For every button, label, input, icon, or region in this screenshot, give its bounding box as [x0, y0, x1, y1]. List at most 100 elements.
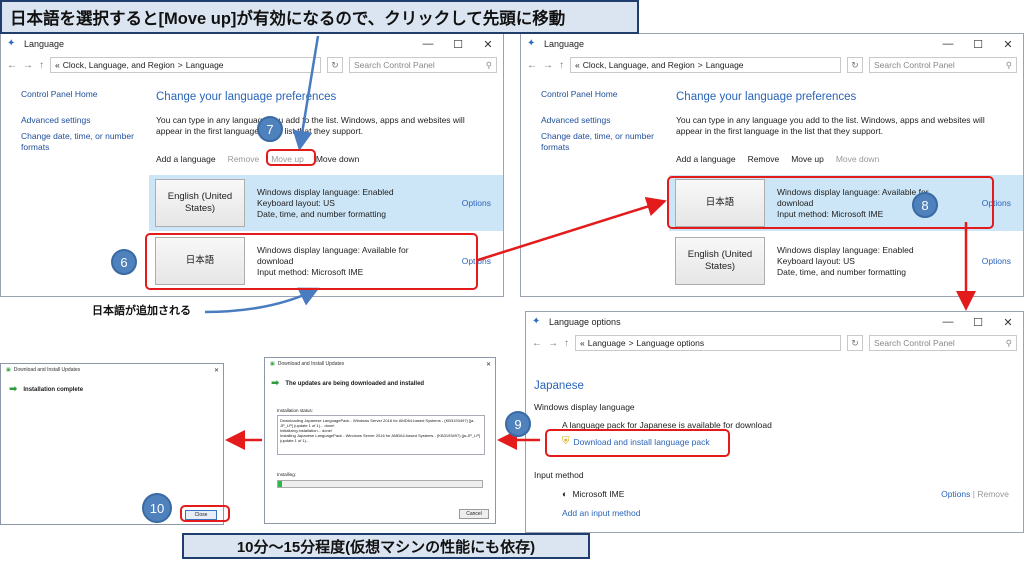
- language-name-button[interactable]: English (United States): [155, 179, 245, 227]
- dialog-title: Download and Install Updates: [277, 361, 345, 367]
- remove-button[interactable]: Remove: [228, 154, 260, 164]
- dialog-header: ➡ Installation complete: [9, 384, 83, 395]
- close-button[interactable]: ✕: [993, 38, 1023, 51]
- complete-dialog: ▣ Download and Install Updates ✕ ➡ Insta…: [0, 363, 224, 525]
- info-line: Windows display language: Enabled: [257, 186, 394, 197]
- dialog-title: Download and Install Updates: [13, 367, 81, 373]
- info-line: Date, time, and number formatting: [777, 266, 906, 277]
- maximize-button[interactable]: ☐: [443, 38, 473, 51]
- search-input[interactable]: Search Control Panel ⚲: [869, 335, 1017, 351]
- language-icon: ✦: [7, 38, 16, 49]
- dialog-header: ➡ The updates are being downloaded and i…: [271, 378, 424, 389]
- up-icon[interactable]: ↑: [564, 338, 569, 349]
- language-row-english[interactable]: English (United States) Windows display …: [669, 233, 1023, 289]
- advanced-settings-link[interactable]: Advanced settings: [541, 115, 610, 126]
- refresh-icon[interactable]: ↻: [847, 57, 863, 73]
- move-down-button[interactable]: Move down: [836, 154, 879, 164]
- update-icon: ▣: [270, 361, 275, 367]
- address-seg-3[interactable]: Language options: [637, 338, 705, 348]
- add-input-method-link[interactable]: Add an input method: [562, 508, 640, 518]
- language-name-button[interactable]: English (United States): [675, 237, 765, 285]
- dialog-header-text: The updates are being downloaded and ins…: [285, 380, 425, 387]
- options-link[interactable]: Options: [982, 256, 1011, 266]
- forward-icon[interactable]: →: [548, 338, 558, 349]
- advanced-settings-link[interactable]: Advanced settings: [21, 115, 90, 126]
- back-icon[interactable]: ←: [7, 60, 17, 71]
- highlight-move-up: [266, 149, 316, 166]
- close-button[interactable]: ✕: [473, 38, 503, 51]
- language-row-english[interactable]: English (United States) Windows display …: [149, 175, 503, 231]
- language-toolbar: Add a language Remove Move up Move down: [676, 154, 879, 164]
- address-bar[interactable]: « Language > Language options: [575, 335, 841, 351]
- ime-actions: Options | Remove: [941, 489, 1009, 499]
- progress-dialog: ▣ Download and Install Updates ✕ ➡ The u…: [264, 357, 496, 524]
- search-placeholder: Search Control Panel: [874, 60, 955, 70]
- page-heading: Change your language preferences: [676, 91, 857, 103]
- move-up-button[interactable]: Move up: [791, 154, 824, 164]
- bottom-caption: 10分～15分程度(仮想マシンの性能にも依存): [182, 533, 590, 559]
- ime-remove-link[interactable]: Remove: [977, 489, 1009, 499]
- close-icon[interactable]: ✕: [486, 361, 491, 368]
- options-link[interactable]: Options: [462, 198, 491, 208]
- step-badge-8: 8: [912, 192, 938, 218]
- back-icon[interactable]: ←: [532, 338, 542, 349]
- address-seg-1[interactable]: Clock, Language, and Region: [583, 60, 695, 70]
- top-caption: 日本語を選択すると[Move up]が有効になるので、クリックして先頭に移動: [0, 0, 639, 34]
- language-window-right: ✦ Language — ☐ ✕ ← → ↑ « Clock, Language…: [520, 33, 1024, 297]
- forward-icon[interactable]: →: [543, 60, 553, 71]
- address-bar[interactable]: « Clock, Language, and Region > Language: [570, 57, 841, 73]
- info-line: Keyboard layout: US: [257, 197, 335, 208]
- dialog-title-bar: ▣ Download and Install Updates ✕: [1, 364, 223, 376]
- minimize-button[interactable]: —: [933, 316, 963, 329]
- up-icon[interactable]: ↑: [39, 60, 44, 71]
- change-date-link[interactable]: Change date, time, or number formats: [21, 131, 146, 153]
- forward-icon[interactable]: →: [23, 60, 33, 71]
- close-button[interactable]: ✕: [993, 316, 1023, 329]
- move-down-button[interactable]: Move down: [316, 154, 359, 164]
- address-seg-1[interactable]: Clock, Language, and Region: [63, 60, 175, 70]
- maximize-button[interactable]: ☐: [963, 38, 993, 51]
- language-icon: ✦: [527, 38, 536, 49]
- ime-options-link[interactable]: Options: [941, 489, 970, 499]
- change-date-link[interactable]: Change date, time, or number formats: [541, 131, 666, 153]
- address-seg-3[interactable]: Language: [706, 60, 744, 70]
- address-seg-2: >: [697, 60, 703, 70]
- title-bar: ✦ Language — ☐ ✕: [1, 34, 503, 54]
- search-input[interactable]: Search Control Panel ⚲: [869, 57, 1017, 73]
- maximize-button[interactable]: ☐: [963, 316, 993, 329]
- address-seg-2: >: [177, 60, 183, 70]
- dialog-header-text: Installation complete: [23, 386, 84, 393]
- address-bar[interactable]: « Clock, Language, and Region > Language: [50, 57, 321, 73]
- status-log: Downloading Japanese LanguagePack - Wind…: [277, 415, 485, 455]
- installing-label: Installing:: [277, 472, 297, 477]
- control-panel-home-link[interactable]: Control Panel Home: [21, 89, 98, 100]
- address-row: ← → ↑ « Clock, Language, and Region > La…: [1, 54, 503, 76]
- minimize-button[interactable]: —: [413, 38, 443, 51]
- highlight-close-button: [180, 505, 230, 522]
- add-language-button[interactable]: Add a language: [676, 154, 736, 164]
- title-bar: ✦ Language options — ☐ ✕: [526, 312, 1023, 332]
- step-badge-6: 6: [111, 249, 137, 275]
- info-line: Date, time, and number formatting: [257, 208, 386, 219]
- info-line: Windows display language: Enabled: [777, 244, 914, 255]
- control-panel-home-link[interactable]: Control Panel Home: [541, 89, 618, 100]
- minimize-button[interactable]: —: [933, 38, 963, 51]
- remove-button[interactable]: Remove: [748, 154, 780, 164]
- back-icon[interactable]: ←: [527, 60, 537, 71]
- refresh-icon[interactable]: ↻: [327, 57, 343, 73]
- address-seg-3[interactable]: Language: [186, 60, 224, 70]
- download-arrow-icon: ➡: [271, 378, 280, 389]
- language-info: Windows display language: Enabled Keyboa…: [257, 187, 425, 220]
- up-icon[interactable]: ↑: [559, 60, 564, 71]
- refresh-icon[interactable]: ↻: [847, 335, 863, 351]
- cancel-button[interactable]: Cancel: [459, 509, 489, 519]
- search-input[interactable]: Search Control Panel ⚲: [349, 57, 497, 73]
- step-badge-10: 10: [142, 493, 172, 523]
- window-title: Language options: [549, 317, 621, 327]
- progress-fill: [278, 481, 283, 487]
- page-description: You can type in any language you add to …: [156, 115, 465, 136]
- address-seg-1[interactable]: Language: [588, 338, 626, 348]
- address-seg-2: >: [628, 338, 634, 348]
- add-language-button[interactable]: Add a language: [156, 154, 216, 164]
- close-icon[interactable]: ✕: [214, 367, 219, 374]
